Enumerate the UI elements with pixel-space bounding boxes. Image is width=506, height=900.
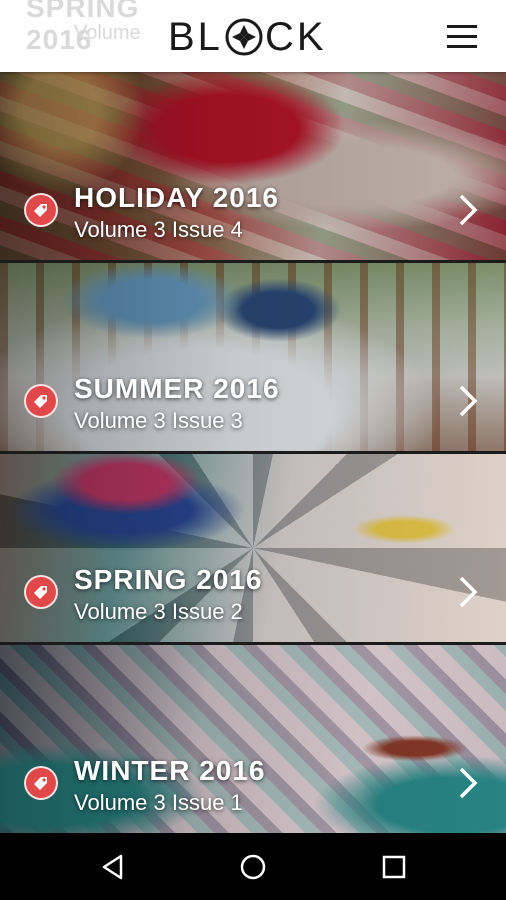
- price-tag-icon: [24, 766, 58, 800]
- block-logo: BL CK: [168, 14, 327, 60]
- logo-quilt-block-icon: [225, 18, 263, 56]
- logo-text-right: CK: [264, 14, 327, 59]
- issue-volume: Volume 3 Issue 3: [74, 408, 243, 433]
- circle-home-icon[interactable]: [237, 851, 269, 883]
- issue-card-spring-2016[interactable]: SPRING 2016 Volume 3 Issue 2: [0, 454, 506, 642]
- logo-text-left: BL: [168, 14, 223, 59]
- issue-volume: Volume 3 Issue 1: [74, 790, 243, 815]
- issue-title: HOLIDAY 2016: [74, 182, 279, 213]
- system-nav-bar: [0, 834, 506, 900]
- issue-volume: Volume 3 Issue 2: [74, 599, 243, 624]
- price-tag-icon: [24, 193, 58, 227]
- chevron-right-icon: [459, 385, 478, 417]
- issue-title: SPRING 2016: [74, 564, 263, 595]
- app-bar: SPRING 2016 Volume BL CK: [0, 0, 506, 72]
- triangle-back-icon[interactable]: [97, 851, 129, 883]
- price-tag-icon: [24, 575, 58, 609]
- hamburger-menu-icon[interactable]: [444, 18, 480, 54]
- ghost-subtitle: Volume: [74, 22, 141, 44]
- square-recents-icon[interactable]: [378, 851, 410, 883]
- price-tag-icon: [24, 384, 58, 418]
- chevron-right-icon: [459, 576, 478, 608]
- chevron-right-icon: [459, 194, 478, 226]
- issue-card-summer-2016[interactable]: SUMMER 2016 Volume 3 Issue 3: [0, 263, 506, 451]
- issue-title: WINTER 2016: [74, 755, 266, 786]
- issue-card-winter-2016[interactable]: WINTER 2016 Volume 3 Issue 1: [0, 645, 506, 833]
- issue-card-holiday-2016[interactable]: HOLIDAY 2016 Volume 3 Issue 4: [0, 72, 506, 260]
- issue-list: HOLIDAY 2016 Volume 3 Issue 4 SUMMER 201…: [0, 72, 506, 834]
- issue-title: SUMMER 2016: [74, 373, 280, 404]
- chevron-right-icon: [459, 767, 478, 799]
- issue-volume: Volume 3 Issue 4: [74, 217, 243, 242]
